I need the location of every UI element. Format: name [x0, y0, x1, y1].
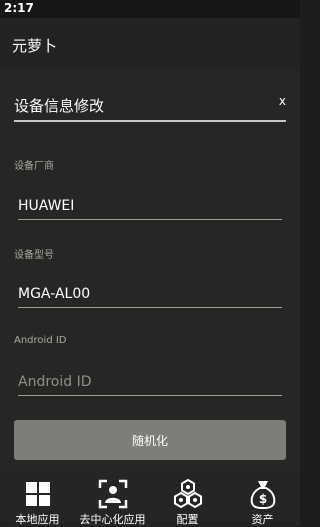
- nav-item-decentralized-apps[interactable]: 去中心化应用: [75, 468, 150, 526]
- nav-label-local-apps: 本地应用: [15, 513, 60, 526]
- model-input[interactable]: [18, 280, 282, 308]
- manufacturer-input[interactable]: [18, 192, 282, 220]
- status-time: 2:17: [4, 1, 34, 15]
- android-id-label: Android ID: [14, 335, 67, 346]
- dialog-divider: [14, 120, 286, 122]
- nav-item-assets[interactable]: $ 资产: [225, 468, 300, 526]
- randomize-button[interactable]: 随机化: [14, 420, 286, 460]
- status-bar: 2:17: [0, 0, 300, 18]
- nav-label-config: 配置: [176, 513, 199, 526]
- nav-item-local-apps[interactable]: 本地应用: [0, 468, 75, 526]
- manufacturer-label: 设备厂商: [14, 161, 54, 172]
- dialog-title: 设备信息修改: [14, 97, 105, 115]
- grid-icon: [25, 482, 50, 506]
- svg-text:$: $: [258, 492, 266, 506]
- hexagons-icon: [173, 479, 202, 509]
- scan-person-icon: [98, 479, 127, 509]
- bottom-nav: 本地应用 去中心化应用 配置 $ 资产: [0, 468, 300, 526]
- nav-label-decentralized-apps: 去中心化应用: [79, 513, 146, 526]
- device-info-dialog: 设备信息修改 x 设备厂商 设备型号 Android ID 随机化: [0, 68, 300, 468]
- close-button[interactable]: x: [279, 94, 286, 108]
- nav-label-assets: 资产: [251, 513, 274, 526]
- money-bag-icon: $: [250, 481, 275, 509]
- android-id-input[interactable]: [18, 368, 282, 396]
- nav-item-config[interactable]: 配置: [150, 468, 225, 526]
- app-title: 元萝卜: [12, 37, 58, 55]
- model-label: 设备型号: [14, 250, 54, 261]
- app-bar: 元萝卜: [0, 18, 300, 68]
